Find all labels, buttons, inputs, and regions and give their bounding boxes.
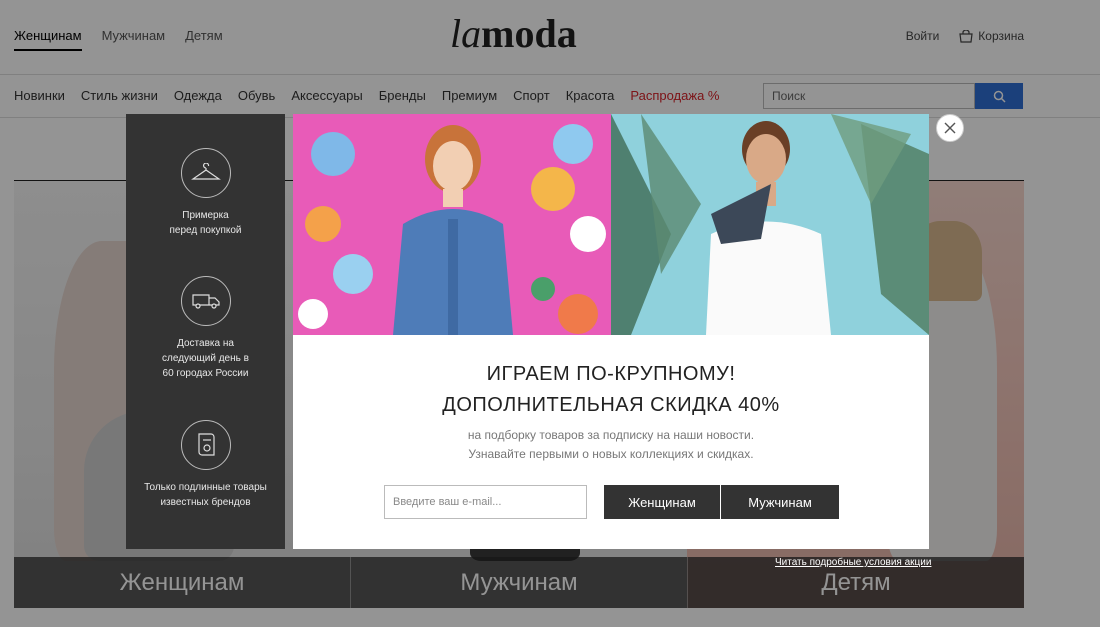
hanger-icon	[190, 163, 221, 180]
email-field[interactable]	[384, 485, 587, 519]
promo-banner	[293, 114, 929, 335]
promo-banner-women-image	[293, 114, 611, 335]
benefit-delivery-line3: 60 городах России	[162, 368, 249, 379]
benefit-fitting-line1: Примерка	[182, 210, 229, 221]
benefit-delivery: Доставка на следующий день в 60 городах …	[126, 276, 285, 381]
promo-banner-men-image	[611, 114, 929, 335]
benefit-authentic-line2: известных брендов	[160, 497, 251, 508]
benefit-fitting-circle	[180, 148, 231, 198]
benefits-panel: Примерка перед покупкой Доставка на след…	[126, 114, 285, 549]
benefit-delivery-line2: следующий день в	[162, 353, 249, 364]
truck-icon	[191, 294, 220, 309]
benefit-authentic-line1: Только подлинные товары	[144, 482, 267, 493]
modal-title: ИГРАЕМ ПО-КРУПНОМУ! ДОПОЛНИТЕЛЬНАЯ СКИДК…	[293, 359, 929, 421]
close-button[interactable]	[936, 114, 964, 142]
modal-subtitle-line1: на подборку товаров за подписку на наши …	[467, 428, 755, 442]
subscribe-women-button[interactable]: Женщинам	[604, 485, 720, 519]
promo-men-illustration	[611, 114, 929, 335]
benefit-authentic-circle	[180, 420, 231, 470]
promo-women-illustration	[298, 124, 606, 335]
modal-title-line1: ИГРАЕМ ПО-КРУПНОМУ!	[486, 363, 736, 385]
modal-title-line2: ДОПОЛНИТЕЛЬНАЯ СКИДКА 40%	[442, 394, 780, 416]
benefit-fitting: Примерка перед покупкой	[126, 148, 285, 238]
benefit-fitting-line2: перед покупкой	[169, 225, 242, 236]
benefit-delivery-circle	[180, 276, 231, 326]
close-icon	[944, 122, 956, 134]
terms-link[interactable]: Читать подробные условия акции	[775, 557, 931, 568]
modal-subtitle-line2: Узнавайте первыми о новых коллекциях и с…	[468, 447, 754, 461]
benefit-authentic: Только подлинные товары известных брендо…	[126, 420, 285, 510]
modal-subtitle: на подборку товаров за подписку на наши …	[293, 426, 929, 464]
subscribe-modal: ИГРАЕМ ПО-КРУПНОМУ! ДОПОЛНИТЕЛЬНАЯ СКИДК…	[293, 114, 929, 549]
benefit-delivery-line1: Доставка на	[177, 338, 234, 349]
certificate-icon	[197, 433, 215, 456]
subscribe-men-button[interactable]: Мужчинам	[721, 485, 839, 519]
